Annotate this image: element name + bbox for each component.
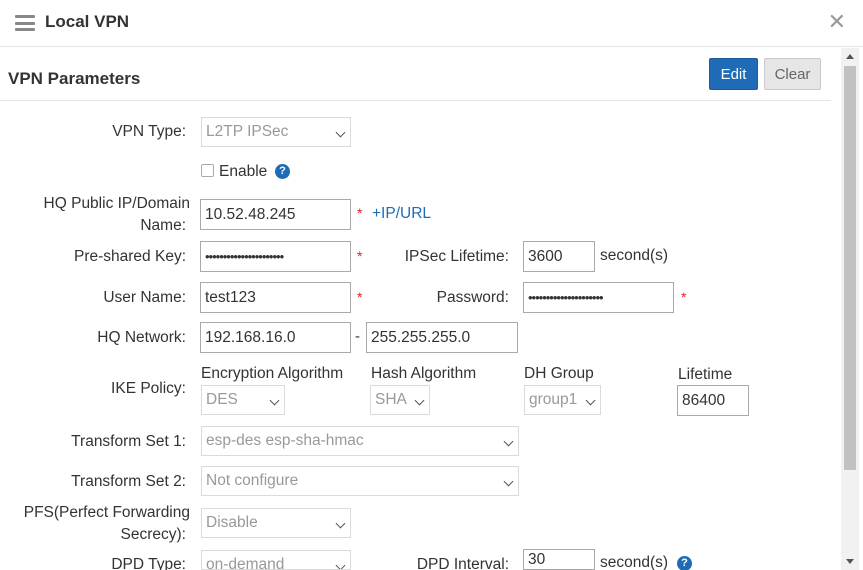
hq-network-label: HQ Network: xyxy=(97,329,186,346)
hq-public-ip-label-line1: HQ Public IP/Domain xyxy=(43,195,190,212)
chevron-down-icon xyxy=(414,395,425,406)
chevron-down-icon xyxy=(335,518,346,529)
dialog-header: Local VPN ✕ xyxy=(0,0,863,47)
hq-public-ip-label-line2: Name: xyxy=(140,217,186,234)
password-label: Password: xyxy=(436,289,509,306)
pfs-label-line2: Secrecy): xyxy=(120,526,186,543)
required-mark: * xyxy=(681,289,687,305)
pre-shared-key-input[interactable] xyxy=(200,241,351,272)
dpd-type-value: on-demand xyxy=(206,556,285,570)
network-separator: - xyxy=(355,328,360,345)
chevron-down-icon xyxy=(585,395,596,406)
help-icon[interactable]: ? xyxy=(677,556,692,570)
lifetime-label: Lifetime xyxy=(678,366,733,383)
scrollbar-thumb[interactable] xyxy=(844,66,856,470)
transform-set-1-label: Transform Set 1: xyxy=(71,433,186,450)
hash-algorithm-select[interactable]: SHA xyxy=(370,385,430,415)
chevron-down-icon xyxy=(335,127,346,138)
hash-algorithm-label: Hash Algorithm xyxy=(371,365,477,382)
transform-set-2-label: Transform Set 2: xyxy=(71,473,186,490)
close-icon[interactable]: ✕ xyxy=(828,9,846,35)
pfs-value: Disable xyxy=(206,514,258,531)
dpd-type-label: DPD Type: xyxy=(111,556,186,570)
transform-set-2-select[interactable]: Not configure xyxy=(201,466,519,496)
section-title: VPN Parameters xyxy=(8,69,141,88)
pfs-select[interactable]: Disable xyxy=(201,508,351,538)
password-input[interactable] xyxy=(523,282,674,313)
dpd-interval-unit: second(s) xyxy=(600,554,669,570)
hq-network-ip-input[interactable] xyxy=(200,322,351,353)
dh-group-label: DH Group xyxy=(524,365,594,382)
help-icon[interactable]: ? xyxy=(275,164,290,179)
edit-button[interactable]: Edit xyxy=(709,58,758,90)
required-mark: * xyxy=(357,205,363,221)
dialog-title: Local VPN xyxy=(45,12,130,31)
ike-lifetime-input[interactable] xyxy=(677,385,749,416)
menu-icon[interactable] xyxy=(15,15,35,31)
user-name-input[interactable] xyxy=(200,282,351,313)
dh-group-value: group1 xyxy=(529,391,578,408)
encryption-algorithm-select[interactable]: DES xyxy=(201,385,285,415)
chevron-down-icon xyxy=(503,436,514,447)
vertical-scrollbar[interactable] xyxy=(841,48,859,570)
clear-button[interactable]: Clear xyxy=(764,58,821,90)
required-mark: * xyxy=(357,248,363,264)
ipsec-lifetime-label: IPSec Lifetime: xyxy=(404,248,509,265)
encryption-algorithm-value: DES xyxy=(206,391,238,408)
dpd-type-select[interactable]: on-demand xyxy=(201,550,351,570)
ike-policy-label: IKE Policy: xyxy=(111,380,186,397)
chevron-down-icon xyxy=(335,560,346,569)
chevron-down-icon xyxy=(503,476,514,487)
ipsec-lifetime-input[interactable] xyxy=(523,241,595,272)
dh-group-select[interactable]: group1 xyxy=(524,385,601,415)
vpn-type-select[interactable]: L2TP IPSec xyxy=(201,117,351,147)
transform-set-2-value: Not configure xyxy=(206,472,299,489)
section-divider xyxy=(0,100,831,101)
user-name-label: User Name: xyxy=(103,289,186,306)
pre-shared-key-label: Pre-shared Key: xyxy=(74,248,186,265)
enable-label: Enable xyxy=(219,163,268,180)
transform-set-1-value: esp-des esp-sha-hmac xyxy=(206,432,364,449)
pfs-label-line1: PFS(Perfect Forwarding xyxy=(23,504,190,521)
encryption-algorithm-label: Encryption Algorithm xyxy=(201,365,344,382)
required-mark: * xyxy=(357,289,363,305)
dpd-interval-input[interactable] xyxy=(523,549,595,570)
dpd-interval-label: DPD Interval: xyxy=(416,556,509,570)
hash-algorithm-value: SHA xyxy=(375,391,407,408)
enable-checkbox[interactable] xyxy=(201,164,214,177)
vpn-type-label: VPN Type: xyxy=(112,123,186,140)
scroll-up-icon[interactable] xyxy=(846,54,854,59)
hq-network-mask-input[interactable] xyxy=(366,322,518,353)
hq-public-ip-input[interactable] xyxy=(200,199,351,230)
vpn-type-value: L2TP IPSec xyxy=(206,123,289,140)
add-ip-url-link[interactable]: +IP/URL xyxy=(372,205,431,223)
chevron-down-icon xyxy=(269,395,280,406)
ipsec-lifetime-unit: second(s) xyxy=(600,247,669,264)
transform-set-1-select[interactable]: esp-des esp-sha-hmac xyxy=(201,426,519,456)
scroll-down-icon[interactable] xyxy=(846,559,854,564)
